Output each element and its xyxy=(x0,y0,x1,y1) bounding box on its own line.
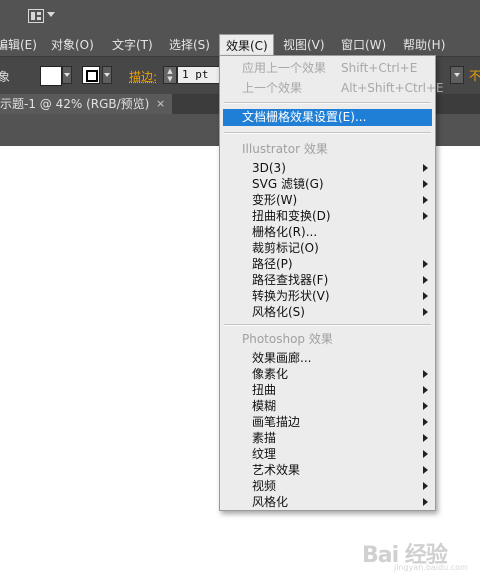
chevron-right-icon xyxy=(423,308,428,316)
fill-dropdown-arrow[interactable] xyxy=(62,66,72,84)
menu-separator xyxy=(224,102,431,104)
chevron-right-icon xyxy=(423,418,428,426)
menu-effect[interactable]: 效果(C) xyxy=(219,34,274,56)
menu-item-last-effect[interactable]: 上一个效果 Alt+Shift+Ctrl+E xyxy=(220,80,444,96)
opacity-label-cut[interactable]: 不 xyxy=(469,67,480,84)
document-tab-title: 示题-1 @ 42% (RGB/预览) xyxy=(0,97,150,111)
menu-item-stylize-photoshop[interactable]: 风格化 xyxy=(220,494,435,510)
menu-item-pathfinder[interactable]: 路径查找器(F) xyxy=(220,272,435,288)
arrange-documents-icon[interactable] xyxy=(28,9,44,23)
chevron-right-icon xyxy=(423,466,428,474)
menu-item-brush-strokes[interactable]: 画笔描边 xyxy=(220,414,435,430)
menu-item-stylize-illustrator[interactable]: 风格化(S) xyxy=(220,304,435,320)
menu-item-apply-last-effect[interactable]: 应用上一个效果 Shift+Ctrl+E xyxy=(220,60,435,76)
effect-menu: 应用上一个效果 Shift+Ctrl+E 上一个效果 Alt+Shift+Ctr… xyxy=(219,55,444,511)
chevron-down-icon[interactable] xyxy=(47,12,55,17)
menu-item-effect-gallery[interactable]: 效果画廊... xyxy=(220,350,435,366)
menu-window[interactable]: 窗口(W) xyxy=(341,34,386,56)
menu-item-artistic[interactable]: 艺术效果 xyxy=(220,462,435,478)
stroke-color-swatch[interactable] xyxy=(82,66,100,84)
menu-item-distort-transform[interactable]: 扭曲和变换(D) xyxy=(220,208,435,224)
workspace-bar xyxy=(0,0,480,34)
control-label-cut: 象 xyxy=(0,70,11,84)
chevron-right-icon xyxy=(423,434,428,442)
menu-view[interactable]: 视图(V) xyxy=(283,34,325,56)
chevron-right-icon xyxy=(423,450,428,458)
menu-item-blur[interactable]: 模糊 xyxy=(220,398,435,414)
chevron-right-icon xyxy=(423,292,428,300)
stroke-weight-stepper[interactable]: ▲ ▼ xyxy=(163,66,177,84)
chevron-right-icon xyxy=(423,482,428,490)
menu-separator xyxy=(224,324,431,326)
menu-item-warp[interactable]: 变形(W) xyxy=(220,192,435,208)
menu-item-video[interactable]: 视频 xyxy=(220,478,435,494)
menu-item-3d[interactable]: 3D(3) xyxy=(220,160,435,176)
chevron-right-icon xyxy=(423,164,428,172)
chevron-right-icon xyxy=(423,180,428,188)
stroke-weight-input[interactable]: 1 pt xyxy=(177,66,221,84)
right-dropdown-arrow[interactable] xyxy=(450,66,464,84)
menu-item-crop-marks[interactable]: 裁剪标记(O) xyxy=(220,240,435,256)
menu-item-svg-filters[interactable]: SVG 滤镜(G) xyxy=(220,176,435,192)
menu-item-rasterize[interactable]: 栅格化(R)... xyxy=(220,224,435,240)
fill-color-swatch[interactable] xyxy=(40,66,62,86)
menu-item-distort[interactable]: 扭曲 xyxy=(220,382,435,398)
menu-item-path[interactable]: 路径(P) xyxy=(220,256,435,272)
chevron-right-icon xyxy=(423,196,428,204)
menu-separator xyxy=(224,132,431,134)
chevron-right-icon xyxy=(423,260,428,268)
menu-item-document-raster-settings[interactable]: 文档栅格效果设置(E)... xyxy=(223,109,432,126)
menu-item-texture[interactable]: 纹理 xyxy=(220,446,435,462)
menu-select[interactable]: 选择(S) xyxy=(169,34,210,56)
watermark-url: jingyan.baidu.com xyxy=(394,563,468,572)
chevron-right-icon xyxy=(423,212,428,220)
chevron-right-icon xyxy=(423,498,428,506)
close-icon[interactable]: × xyxy=(156,94,165,114)
document-tab[interactable]: 示题-1 @ 42% (RGB/预览) xyxy=(0,94,172,114)
stroke-label[interactable]: 描边: xyxy=(129,68,157,85)
chevron-right-icon xyxy=(423,386,428,394)
menu-item-convert-to-shape[interactable]: 转换为形状(V) xyxy=(220,288,435,304)
photoshop-effects-header: Photoshop 效果 xyxy=(242,332,333,346)
chevron-right-icon xyxy=(423,370,428,378)
menu-item-pixelate[interactable]: 像素化 xyxy=(220,366,435,382)
chevron-right-icon xyxy=(423,402,428,410)
illustrator-effects-header: Illustrator 效果 xyxy=(242,142,328,156)
menu-edit[interactable]: 编辑(E) xyxy=(0,34,37,56)
stroke-dropdown-arrow[interactable] xyxy=(102,66,112,84)
menu-type[interactable]: 文字(T) xyxy=(112,34,153,56)
menu-object[interactable]: 对象(O) xyxy=(51,34,94,56)
menu-help[interactable]: 帮助(H) xyxy=(403,34,445,56)
chevron-right-icon xyxy=(423,276,428,284)
menu-item-sketch[interactable]: 素描 xyxy=(220,430,435,446)
